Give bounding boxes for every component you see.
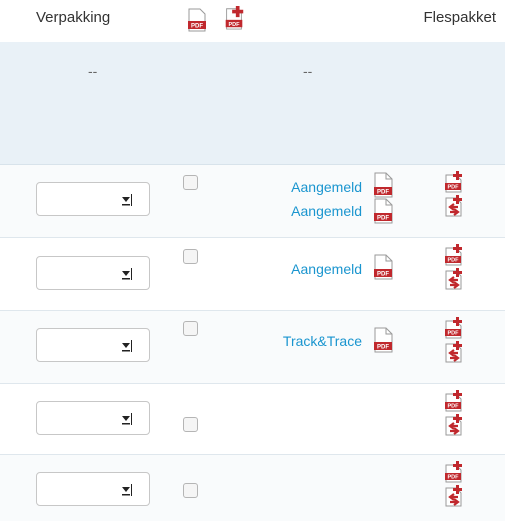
pdf-icon[interactable]: PDF [372,172,394,198]
return-label-icon[interactable] [443,485,465,507]
svg-text:PDF: PDF [377,216,389,222]
row-checkbox[interactable] [183,483,198,498]
create-label-pdf-icon[interactable]: PDF [443,317,465,339]
create-label-pdf-icon[interactable]: PDF [443,171,465,193]
table-row: PDF [0,384,505,455]
svg-text:PDF: PDF [448,404,460,410]
table-row: Aangemeld PDF Aangemeld PDF PDF [0,165,505,238]
column-header-verpakking: Verpakking [36,9,111,26]
verpakking-select[interactable] [36,182,150,216]
svg-text:PDF: PDF [377,272,389,278]
create-label-pdf-icon[interactable]: PDF [443,461,465,483]
create-all-pdf-icon[interactable]: PDF [224,6,244,30]
verpakking-select[interactable] [36,256,150,290]
status-link[interactable]: Track&Trace [283,333,362,349]
chevron-down-icon [122,194,132,206]
row-checkbox[interactable] [183,321,198,336]
print-all-pdf-icon[interactable]: PDF [187,8,207,32]
table-row: PDF [0,455,505,521]
pdf-icon[interactable]: PDF [372,327,394,353]
row-checkbox[interactable] [183,175,198,190]
svg-text:PDF: PDF [448,258,460,264]
return-label-icon[interactable] [443,341,465,363]
return-label-icon[interactable] [443,268,465,290]
svg-text:PDF: PDF [191,24,203,30]
chevron-down-icon [122,340,132,352]
svg-text:PDF: PDF [448,185,460,191]
verpakking-select[interactable] [36,328,150,362]
chevron-down-icon [122,268,132,280]
svg-text:PDF: PDF [448,331,460,337]
row-checkbox[interactable] [183,417,198,432]
summary-value-2: -- [303,63,313,79]
svg-text:PDF: PDF [377,190,389,196]
table-header: Verpakking PDF PDF Flespakket [0,0,505,42]
pdf-icon[interactable]: PDF [372,254,394,280]
row-checkbox[interactable] [183,249,198,264]
column-header-flespakket: Flespakket [423,9,496,26]
create-label-pdf-icon[interactable]: PDF [443,244,465,266]
summary-value-1: -- [88,63,98,79]
verpakking-select[interactable] [36,401,150,435]
status-link[interactable]: Aangemeld [291,179,362,195]
chevron-down-icon [122,484,132,496]
pdf-icon[interactable]: PDF [372,198,394,224]
return-label-icon[interactable] [443,414,465,436]
table-row: Aangemeld PDF PDF [0,238,505,311]
summary-row: -- -- [0,42,505,165]
table-row: Track&Trace PDF PDF [0,311,505,384]
svg-text:PDF: PDF [377,345,389,351]
status-link[interactable]: Aangemeld [291,203,362,219]
status-link[interactable]: Aangemeld [291,261,362,277]
verpakking-select[interactable] [36,472,150,506]
svg-text:PDF: PDF [448,475,460,481]
svg-text:PDF: PDF [228,22,240,28]
return-label-icon[interactable] [443,195,465,217]
create-label-pdf-icon[interactable]: PDF [443,390,465,412]
chevron-down-icon [122,413,132,425]
